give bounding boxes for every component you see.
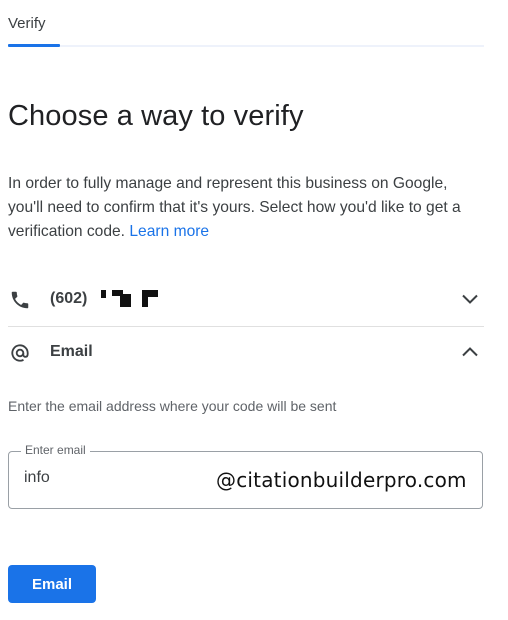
description: In order to fully manage and represent t… xyxy=(8,172,478,244)
page-title: Choose a way to verify xyxy=(8,100,304,132)
tab-bar-divider xyxy=(60,45,484,47)
tab-bar: Verify xyxy=(0,0,484,48)
email-option-label: Email xyxy=(50,343,93,360)
email-helper-text: Enter the email address where your code … xyxy=(8,398,337,414)
learn-more-link[interactable]: Learn more xyxy=(129,223,209,240)
email-domain-overlay: @citationbuilderpro.com xyxy=(216,468,467,492)
chevron-up-icon[interactable] xyxy=(460,342,480,362)
at-sign-icon xyxy=(8,341,32,365)
phone-redaction xyxy=(142,294,148,307)
email-field[interactable]: Enter email @citationbuilderpro.com xyxy=(8,443,483,509)
chevron-down-icon[interactable] xyxy=(460,289,480,309)
phone-redaction xyxy=(120,294,131,307)
tab-verify[interactable]: Verify xyxy=(8,15,46,32)
phone-option[interactable]: (602) xyxy=(8,275,484,327)
email-submit-button[interactable]: Email xyxy=(8,565,96,603)
tab-active-indicator xyxy=(8,44,60,47)
description-text: In order to fully manage and represent t… xyxy=(8,175,461,240)
phone-icon xyxy=(8,288,32,312)
option-divider xyxy=(8,326,484,327)
email-input[interactable] xyxy=(24,469,204,487)
email-field-label: Enter email xyxy=(21,443,90,457)
email-option[interactable]: Email xyxy=(8,328,484,380)
phone-number-label: (602) xyxy=(50,290,88,307)
phone-redaction xyxy=(101,290,106,298)
